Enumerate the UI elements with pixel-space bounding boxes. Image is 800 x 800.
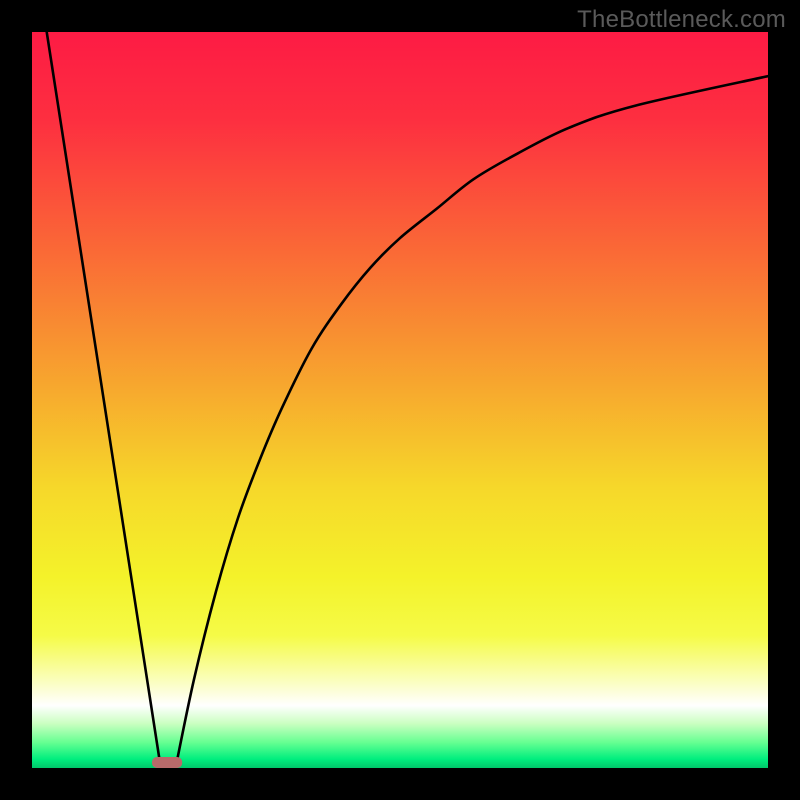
chart-frame: TheBottleneck.com	[0, 0, 800, 800]
watermark-text: TheBottleneck.com	[577, 6, 786, 34]
minimum-marker	[152, 757, 182, 768]
plot-area	[32, 32, 768, 768]
chart-svg	[32, 32, 768, 768]
